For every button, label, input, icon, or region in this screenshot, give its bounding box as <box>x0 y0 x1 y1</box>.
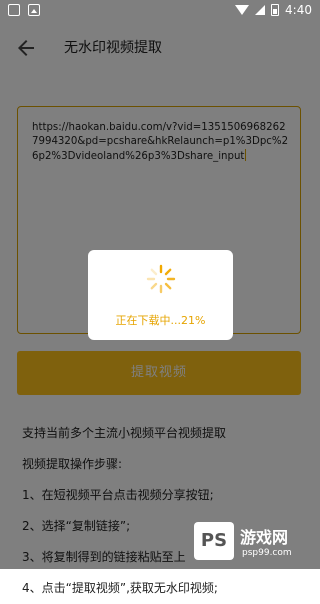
image-notification-icon <box>28 4 40 16</box>
notification-icon <box>8 4 20 16</box>
wifi-icon <box>235 5 250 15</box>
watermark-url: psp99.com <box>242 548 292 558</box>
loading-spinner-icon <box>146 264 176 294</box>
watermark-name: 游戏网 <box>240 528 289 547</box>
download-progress-text: 正在下载中...21% <box>115 314 206 327</box>
instruction-step-4: 4、点击“提取视频”,获取无水印视频; <box>22 581 218 595</box>
download-progress-dialog: 正在下载中...21% <box>88 250 233 340</box>
signal-icon <box>255 5 266 15</box>
watermark-logo: PS <box>194 522 234 560</box>
site-watermark: PS 游戏网 psp99.com <box>194 522 314 566</box>
status-time: 4:40 <box>285 3 312 17</box>
status-bar: 4:40 <box>0 0 320 24</box>
battery-icon <box>271 4 280 16</box>
